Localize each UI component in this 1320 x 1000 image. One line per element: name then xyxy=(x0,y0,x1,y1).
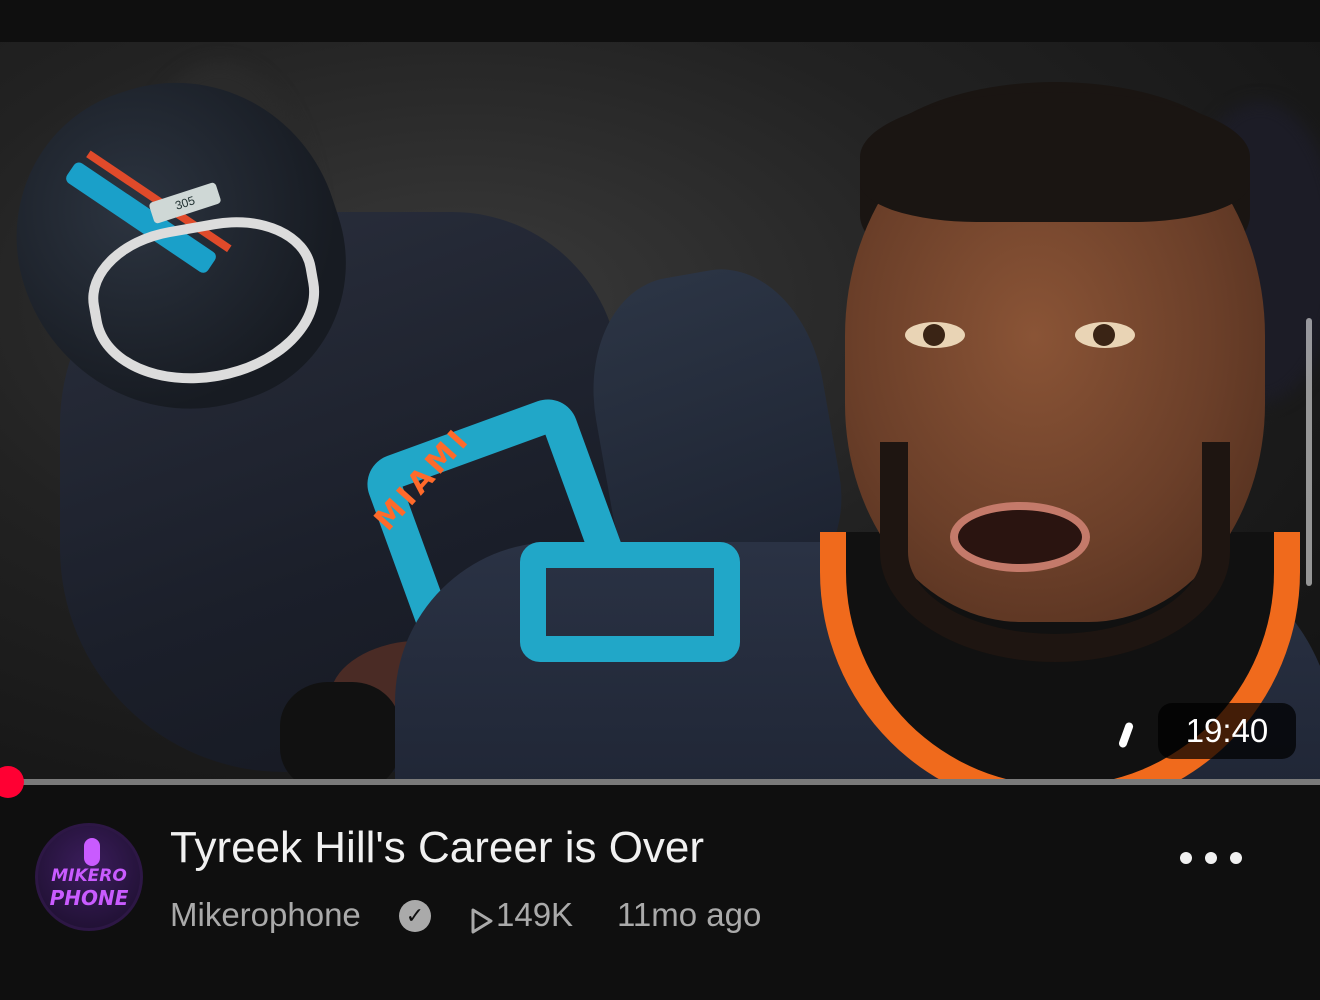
channel-name[interactable]: Mikerophone xyxy=(170,896,361,934)
verified-check-icon: ✓ xyxy=(399,900,431,932)
scrollbar[interactable] xyxy=(1306,318,1312,586)
video-thumbnail[interactable]: 305 MIAMI 19:40 xyxy=(0,42,1320,782)
duration-badge: 19:40 xyxy=(1158,703,1296,759)
upload-age: 11mo ago xyxy=(617,896,762,933)
video-title[interactable]: Tyreek Hill's Career is Over xyxy=(170,823,704,873)
eye xyxy=(905,322,965,348)
play-triangle-icon xyxy=(471,908,493,934)
hairline xyxy=(860,92,1250,222)
progress-track[interactable] xyxy=(0,779,1320,785)
more-horizontal-icon xyxy=(1180,852,1192,864)
avatar-text-line2: PHONE xyxy=(49,886,129,910)
eye xyxy=(1075,322,1135,348)
microphone-icon xyxy=(84,838,100,866)
glove xyxy=(280,682,400,782)
avatar-text-line1: MIKERO xyxy=(51,866,127,886)
more-horizontal-icon xyxy=(1205,852,1217,864)
more-options-button[interactable] xyxy=(1180,840,1242,876)
channel-avatar[interactable]: MIKERO PHONE xyxy=(35,823,143,931)
view-count: 149K xyxy=(496,896,574,933)
top-bar xyxy=(0,0,1320,42)
mouth xyxy=(950,502,1090,572)
play-triangle-icon xyxy=(470,904,494,942)
more-horizontal-icon xyxy=(1230,852,1242,864)
jersey-number-right xyxy=(520,542,740,662)
